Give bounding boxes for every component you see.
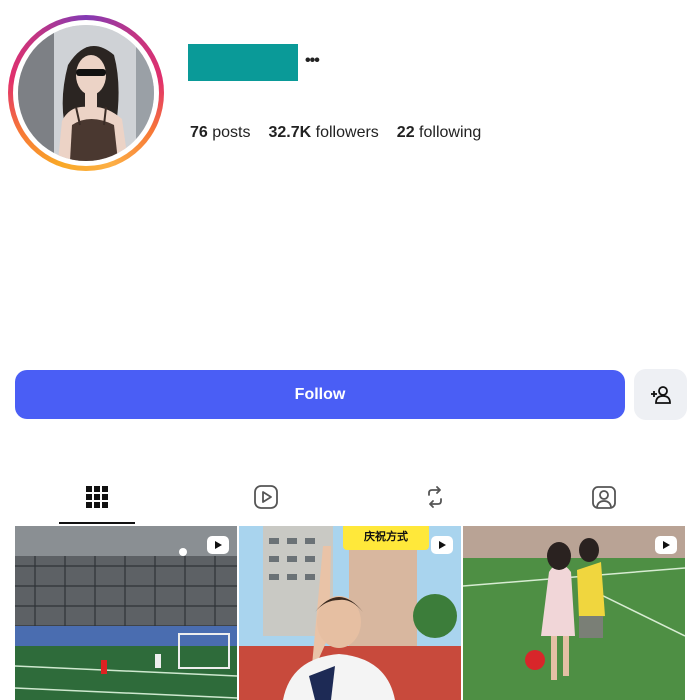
post-thumbnail[interactable]: [15, 526, 237, 700]
stat-following-count: 22: [396, 124, 415, 141]
tab-posts-grid[interactable]: [59, 470, 135, 524]
stat-following-label: following: [419, 124, 482, 141]
grid-icon: [86, 486, 108, 508]
tagged-icon: [592, 486, 616, 509]
play-icon: [215, 541, 222, 549]
play-icon: [663, 541, 670, 549]
reels-icon: [254, 485, 278, 509]
stat-posts-label: posts: [212, 124, 251, 141]
stat-followers-count: 32.7K: [268, 124, 312, 141]
post-image-children-football: [463, 526, 685, 700]
tab-reposts[interactable]: [397, 470, 473, 524]
post-caption: 庆祝方式: [343, 526, 429, 550]
avatar-border: [13, 20, 159, 166]
post-thumbnail[interactable]: 庆祝方式: [239, 526, 461, 700]
post-thumbnail[interactable]: [463, 526, 685, 700]
reel-badge: [655, 536, 677, 554]
post-image-indoor-court: [15, 526, 237, 700]
stat-posts[interactable]: 76 posts: [190, 124, 251, 142]
reel-badge: [431, 536, 453, 554]
tab-reels[interactable]: [228, 470, 304, 524]
stat-posts-count: 76: [190, 124, 208, 141]
profile-avatar[interactable]: [8, 15, 164, 171]
username-redacted: [188, 44, 298, 81]
reposts-icon: [428, 486, 442, 508]
tab-tagged[interactable]: [566, 470, 642, 524]
avatar-photo: [18, 25, 154, 161]
more-options-icon[interactable]: •••: [305, 52, 320, 70]
profile-stats: 76 posts 32.7K followers 22 following: [190, 124, 499, 142]
stat-followers[interactable]: 32.7K followers: [269, 124, 379, 142]
suggested-accounts-button[interactable]: [634, 369, 687, 420]
profile-tabs: [0, 470, 700, 524]
add-person-icon: [650, 385, 671, 404]
stat-following[interactable]: 22 following: [397, 124, 482, 142]
play-icon: [439, 541, 446, 549]
post-image-player-pointing: [239, 526, 461, 700]
stat-followers-label: followers: [315, 124, 379, 141]
follow-button[interactable]: Follow: [15, 370, 625, 419]
reel-badge: [207, 536, 229, 554]
posts-grid: 庆祝方式: [15, 526, 687, 700]
avatar-portrait: [18, 25, 154, 161]
